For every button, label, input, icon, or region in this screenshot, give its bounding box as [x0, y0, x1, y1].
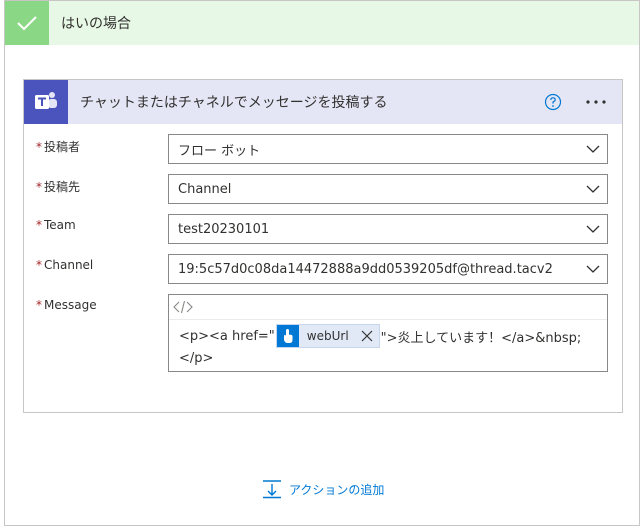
team-select[interactable]: test20230101: [168, 214, 608, 244]
chevron-down-icon: [586, 265, 600, 273]
editor-divider: [169, 319, 607, 320]
field-label-post-in: * 投稿先: [36, 180, 81, 194]
more-options-icon[interactable]: [584, 93, 608, 111]
post-in-select[interactable]: Channel: [168, 174, 608, 204]
dynamic-content-token[interactable]: webUrl: [275, 324, 380, 348]
token-label: webUrl: [306, 329, 349, 343]
action-card: チャットまたはチャネルでメッセージを投稿する * 投稿者 フロー ボット * 投…: [23, 79, 623, 413]
message-text-before-token: <p><a href=": [179, 328, 275, 344]
touch-trigger-icon: [276, 325, 299, 347]
condition-branch-title: はいの場合: [61, 16, 131, 32]
action-card-title: チャットまたはチャネルでメッセージを投稿する: [80, 95, 388, 111]
channel-select[interactable]: 19:5c57d0c08da14472888a9dd0539205df@thre…: [168, 254, 608, 284]
add-action-label: アクションの追加: [289, 482, 385, 497]
close-icon[interactable]: [359, 328, 375, 344]
chevron-down-icon: [586, 185, 600, 193]
message-text-after-token: ">炎上しています！</a>&nbsp;: [380, 330, 582, 346]
chevron-down-icon: [586, 145, 600, 153]
poster-select[interactable]: フロー ボット: [168, 134, 608, 164]
checkmark-icon: [5, 1, 49, 45]
code-view-icon[interactable]: [173, 300, 193, 314]
field-label-poster: * 投稿者: [36, 140, 81, 154]
help-icon[interactable]: [544, 93, 562, 111]
message-line-2[interactable]: </p>: [179, 351, 213, 366]
add-action-button[interactable]: アクションの追加: [261, 479, 384, 499]
action-card-header[interactable]: チャットまたはチャネルでメッセージを投稿する: [24, 80, 622, 124]
message-editor[interactable]: <p><a href=" webUrl ">炎上しています！</a>&nbsp;…: [168, 294, 608, 372]
teams-icon: [24, 80, 68, 124]
message-line-1[interactable]: <p><a href=" webUrl ">炎上しています！</a>&nbsp;: [179, 323, 581, 349]
chevron-down-icon: [586, 225, 600, 233]
field-label-team: * Team: [36, 218, 76, 232]
field-label-channel: * Channel: [36, 258, 94, 272]
condition-branch-header[interactable]: はいの場合: [5, 1, 639, 45]
field-label-message: * Message: [36, 298, 97, 312]
condition-branch-container: はいの場合 チャットまたはチャネルでメッセージを投稿する * 投稿者 フロー ボ…: [4, 0, 640, 526]
add-action-icon: [263, 480, 281, 499]
